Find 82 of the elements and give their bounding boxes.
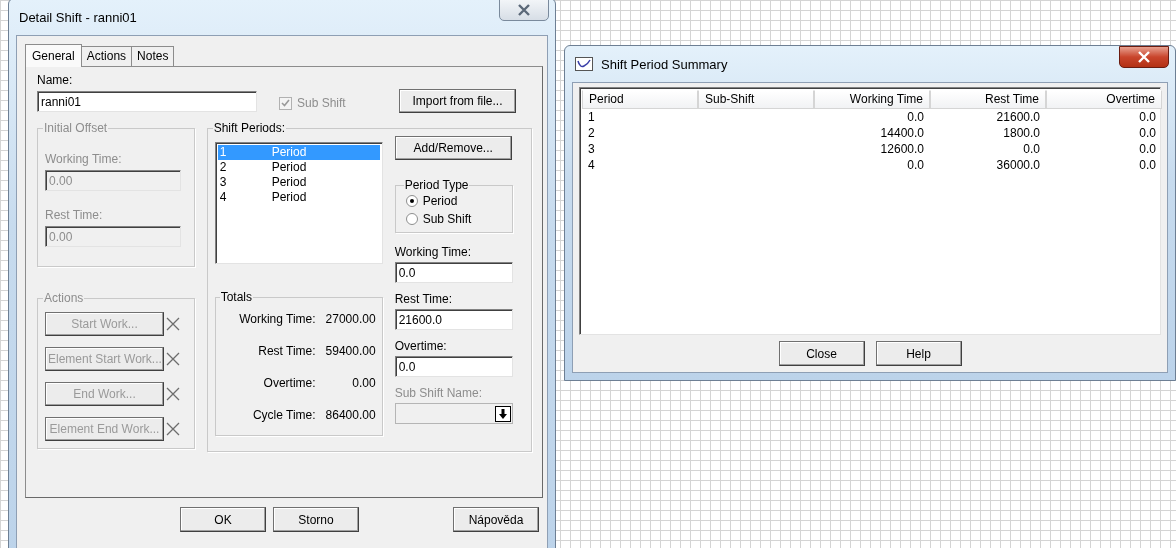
dialog-button[interactable]: Close xyxy=(778,341,865,366)
radio-label: Period xyxy=(422,194,458,208)
radio-button[interactable] xyxy=(405,213,418,225)
input-field[interactable]: 21600.0 xyxy=(394,309,513,330)
total-value: 86400.00 xyxy=(325,408,376,422)
table-cell-text: 0.0 xyxy=(1138,157,1157,173)
table-cell-text: 4 xyxy=(587,157,596,173)
dialog-button[interactable]: Help xyxy=(875,341,962,366)
tab[interactable]: Notes xyxy=(131,46,175,66)
table-cell-text: 0.0 xyxy=(906,109,925,125)
table-cell-text: 0.0 xyxy=(1138,141,1157,157)
add-remove-button[interactable]: Add/Remove... xyxy=(394,136,512,160)
column-header[interactable]: Sub-Shift xyxy=(698,90,814,109)
field-label: Working Time: xyxy=(45,152,123,166)
item-number: 4 xyxy=(219,190,228,205)
column-header[interactable]: Working Time xyxy=(814,90,930,109)
list-item[interactable]: 2 Period xyxy=(217,160,380,175)
table-cell-text: 12600.0 xyxy=(879,141,925,157)
table-cell-text: 36000.0 xyxy=(995,157,1041,173)
tab[interactable]: General xyxy=(25,44,82,67)
field-label: Rest Time: xyxy=(394,292,453,306)
input-field[interactable]: ranni01 xyxy=(37,91,257,112)
arrow-down-icon xyxy=(497,408,508,419)
close-button[interactable] xyxy=(1119,46,1169,68)
field-label: Name: xyxy=(37,73,74,87)
field-label: Rest Time: xyxy=(45,208,104,222)
import-button[interactable]: Import from file... xyxy=(399,89,516,113)
group-label: Actions xyxy=(43,291,85,305)
total-label: Rest Time: xyxy=(257,344,316,358)
dialog-button[interactable]: OK xyxy=(180,507,266,532)
column-header[interactable]: Period xyxy=(582,90,698,109)
group-label: Totals xyxy=(219,290,253,304)
table-cell-text: 0.0 xyxy=(906,157,925,173)
input-field[interactable]: 0.0 xyxy=(394,262,513,283)
total-value: 27000.00 xyxy=(325,312,376,326)
column-header[interactable]: Rest Time xyxy=(930,90,1046,109)
total-label: Overtime: xyxy=(262,376,316,390)
total-value: 59400.00 xyxy=(325,344,376,358)
close-icon xyxy=(1137,51,1151,63)
list-item[interactable]: 4 Period xyxy=(217,190,380,205)
item-type: Period xyxy=(271,160,307,175)
close-icon xyxy=(517,4,531,16)
table-cell-text: 14400.0 xyxy=(879,125,925,141)
window-title: Shift Period Summary xyxy=(601,56,728,72)
field-label: Overtime: xyxy=(394,339,448,353)
radio-label: Sub Shift xyxy=(422,212,472,226)
window-title: Detail Shift - ranni01 xyxy=(19,9,137,25)
chart-icon xyxy=(575,57,593,71)
cross-icon[interactable] xyxy=(166,352,180,366)
item-type: Period xyxy=(271,175,307,190)
table-cell-text: 1800.0 xyxy=(1002,125,1041,141)
group-label: Period Type xyxy=(403,178,470,192)
item-type: Period xyxy=(271,190,307,205)
cross-icon[interactable] xyxy=(166,387,180,401)
total-value: 0.00 xyxy=(351,376,376,390)
table-cell-text: 1 xyxy=(587,109,596,125)
dialog-button[interactable]: Nápověda xyxy=(453,507,539,532)
group-label: Shift Periods: xyxy=(212,121,287,135)
column-header[interactable]: Overtime xyxy=(1046,90,1162,109)
table-cell-text: 0.0 xyxy=(1138,125,1157,141)
item-number: 1 xyxy=(219,145,228,160)
table-cell-text: 21600.0 xyxy=(995,109,1041,125)
field-label: Sub Shift Name: xyxy=(394,386,484,400)
item-number: 2 xyxy=(219,160,228,175)
checkbox-label: Sub Shift xyxy=(297,96,346,110)
input-field[interactable]: 0.0 xyxy=(394,356,513,377)
table-cell-text: 2 xyxy=(587,125,596,141)
table-cell-text: 3 xyxy=(587,141,596,157)
table-cell-text: 0.0 xyxy=(1022,141,1041,157)
dropdown[interactable] xyxy=(394,403,513,424)
radio-button[interactable] xyxy=(405,195,418,207)
total-label: Working Time: xyxy=(238,312,316,326)
cross-icon[interactable] xyxy=(166,422,180,436)
list-item[interactable]: 3 Period xyxy=(217,175,380,190)
dialog-button[interactable]: Storno xyxy=(273,507,359,532)
group-label: Initial Offset xyxy=(43,121,109,135)
item-type: Period xyxy=(271,145,307,160)
item-number: 3 xyxy=(219,175,228,190)
field-label: Working Time: xyxy=(394,245,473,259)
cross-icon[interactable] xyxy=(166,317,180,331)
total-label: Cycle Time: xyxy=(251,408,316,422)
table-cell-text: 0.0 xyxy=(1138,109,1157,125)
